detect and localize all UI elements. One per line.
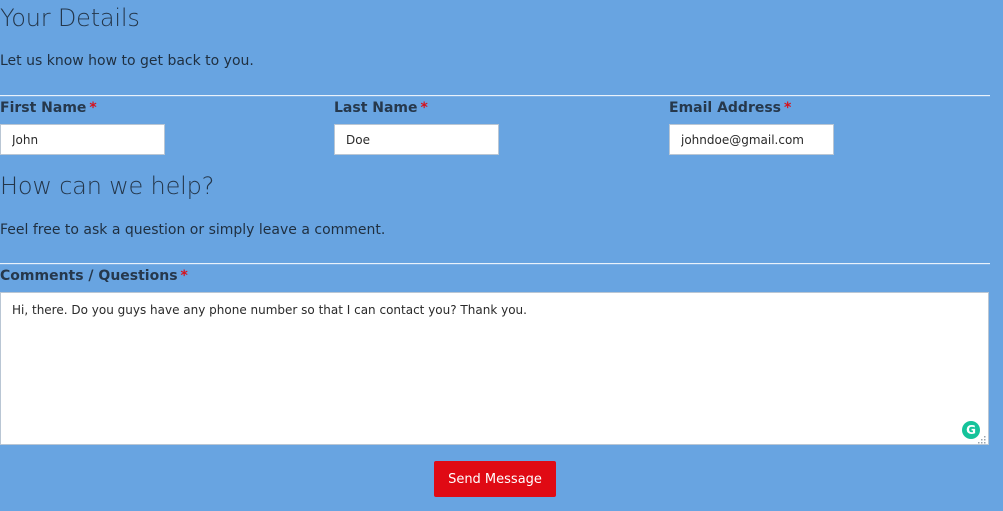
required-marker: * (784, 100, 792, 116)
help-heading: How can we help? (0, 172, 215, 200)
resize-grip-icon[interactable] (978, 436, 986, 444)
details-divider (0, 95, 990, 97)
send-message-button[interactable]: Send Message (434, 461, 556, 497)
required-marker: * (89, 100, 97, 116)
your-details-description: Let us know how to get back to you. (0, 53, 254, 69)
required-marker: * (420, 100, 428, 116)
comments-textarea[interactable]: Hi, there. Do you guys have any phone nu… (0, 292, 989, 445)
help-divider (0, 263, 990, 265)
email-label: Email Address * (669, 100, 791, 116)
last-name-input[interactable] (334, 124, 499, 155)
first-name-label: First Name * (0, 100, 97, 116)
first-name-label-text: First Name (0, 100, 87, 116)
help-description: Feel free to ask a question or simply le… (0, 222, 386, 238)
first-name-input[interactable] (0, 124, 165, 155)
comments-label: Comments / Questions * (0, 268, 188, 284)
email-label-text: Email Address (669, 100, 782, 116)
last-name-label-text: Last Name (334, 100, 418, 116)
last-name-label: Last Name * (334, 100, 428, 116)
your-details-heading: Your Details (0, 4, 140, 32)
required-marker: * (180, 268, 188, 284)
comments-label-text: Comments / Questions (0, 268, 178, 284)
email-input[interactable] (669, 124, 834, 155)
